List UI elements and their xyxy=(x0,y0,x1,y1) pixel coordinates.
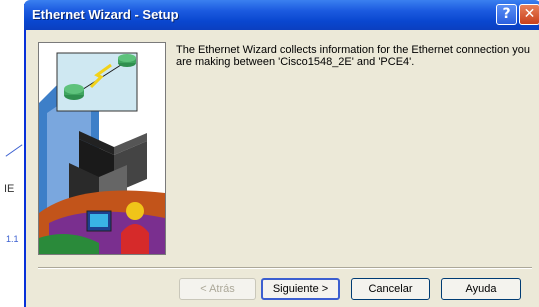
back-button[interactable]: < Atrás xyxy=(179,278,256,300)
wizard-illustration xyxy=(38,42,166,255)
background-label-version: 1.1 xyxy=(6,234,19,244)
background-line xyxy=(5,144,23,157)
separator xyxy=(38,267,532,269)
help-icon[interactable]: ? xyxy=(496,4,517,25)
next-button[interactable]: Siguiente > xyxy=(261,278,340,300)
help-button[interactable]: Ayuda xyxy=(441,278,521,300)
background-label-ie: IE xyxy=(4,183,15,195)
title-bar[interactable]: Ethernet Wizard - Setup ? ✕ xyxy=(24,0,539,30)
wizard-description: The Ethernet Wizard collects information… xyxy=(176,44,531,68)
cancel-button[interactable]: Cancelar xyxy=(351,278,430,300)
close-icon[interactable]: ✕ xyxy=(519,4,539,25)
network-illustration-icon xyxy=(39,43,165,254)
wizard-content: The Ethernet Wizard collects information… xyxy=(26,30,539,307)
wizard-window: Ethernet Wizard - Setup ? ✕ The Ethernet… xyxy=(24,0,539,307)
window-title: Ethernet Wizard - Setup xyxy=(32,7,179,22)
